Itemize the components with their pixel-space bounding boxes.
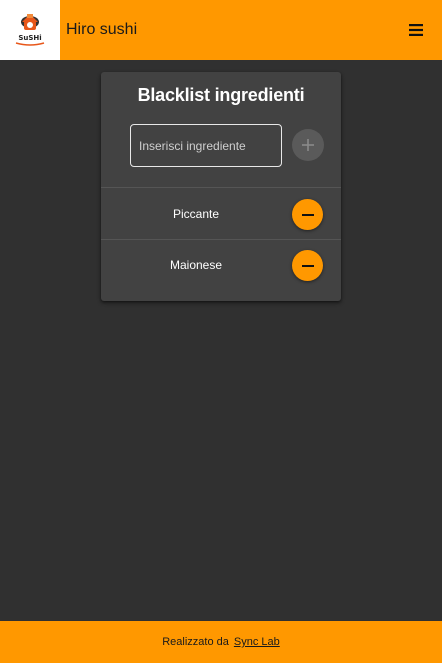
ingredient-label: Maionese: [169, 258, 223, 272]
sushi-logo-icon: SuSHi: [15, 14, 45, 46]
ingredient-label: Piccante: [172, 207, 220, 221]
remove-ingredient-button[interactable]: [292, 250, 323, 281]
add-ingredient-button[interactable]: [292, 129, 324, 161]
ingredient-input-field: [130, 124, 282, 167]
remove-ingredient-button[interactable]: [292, 199, 323, 230]
list-item: Piccante: [101, 189, 341, 239]
list-item: Maionese: [101, 240, 341, 290]
top-app-bar: SuSHi Hiro sushi: [0, 0, 442, 60]
blacklist-card: Blacklist ingredienti Piccante Maionese: [101, 72, 341, 301]
app-logo[interactable]: SuSHi: [0, 0, 60, 60]
divider: [101, 187, 341, 188]
card-title: Blacklist ingredienti: [137, 85, 305, 105]
app-root: SuSHi Hiro sushi Blacklist ingredienti I…: [0, 0, 442, 663]
menu-button[interactable]: [396, 10, 436, 50]
footer-text: Realizzato da: [162, 636, 229, 648]
minus-icon: [301, 264, 314, 267]
plus-icon: [302, 139, 314, 151]
minus-icon: [301, 213, 314, 216]
ingredient-input[interactable]: [131, 125, 281, 166]
footer: Realizzato da Sync Lab: [0, 621, 442, 663]
footer-link[interactable]: Sync Lab: [234, 636, 280, 648]
svg-text:SuSHi: SuSHi: [18, 34, 41, 42]
hamburger-menu-icon: [409, 24, 423, 36]
app-title: Hiro sushi: [66, 21, 138, 38]
